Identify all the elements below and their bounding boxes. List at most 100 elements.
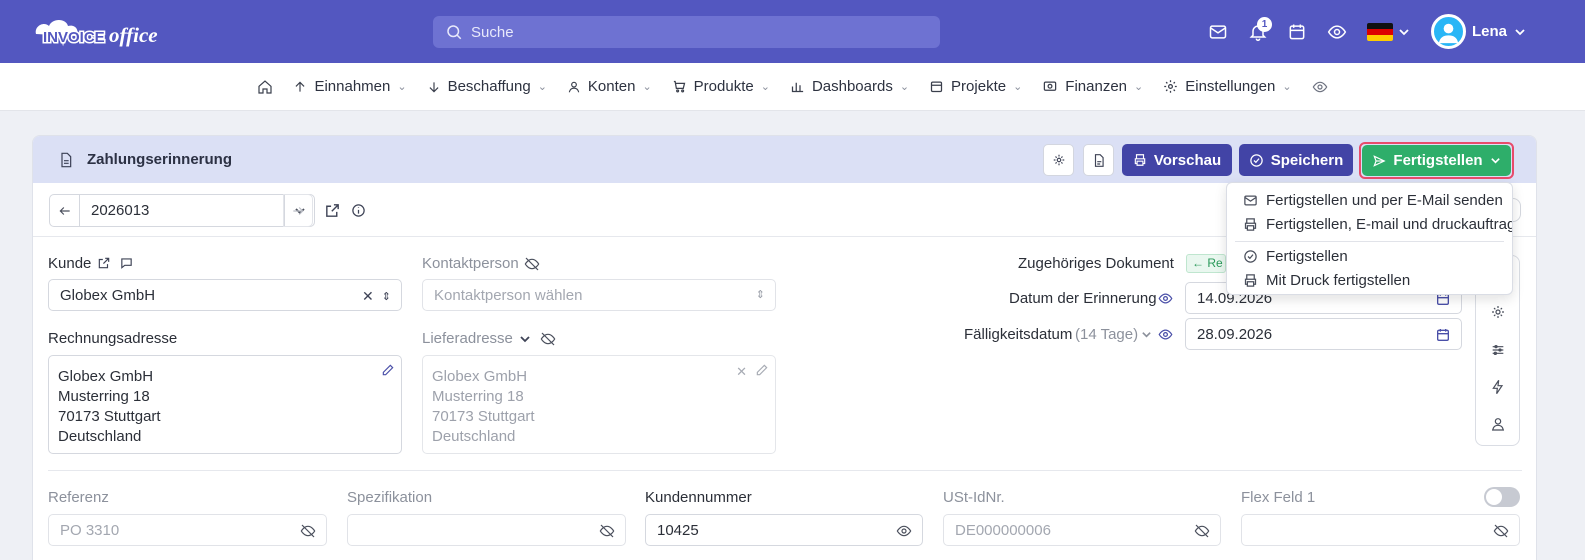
related-document-tag[interactable]: ← Re [1186, 254, 1226, 273]
specification-input[interactable] [347, 514, 626, 546]
eye-off-icon[interactable] [599, 523, 615, 539]
comment-icon[interactable] [119, 256, 134, 270]
menu-projekte[interactable]: Projekte ⌄ [919, 63, 1032, 111]
billing-address: Globex GmbH Musterring 18 70173 Stuttgar… [48, 355, 402, 454]
menu-beschaffung[interactable]: Beschaffung ⌄ [417, 63, 557, 111]
home-button[interactable] [247, 63, 283, 111]
menu-item-label: Fertigstellen und per E-Mail senden [1266, 192, 1503, 209]
calendar-icon[interactable] [1287, 22, 1307, 42]
person-icon [568, 81, 580, 92]
vat-id-value: DE000000006 [955, 521, 1051, 539]
vat-id-input[interactable]: DE000000006 [943, 514, 1221, 546]
preview-label: Vorschau [1153, 151, 1222, 169]
german-flag-icon[interactable] [1367, 23, 1393, 41]
customer-number-input[interactable]: 10425 [645, 514, 923, 546]
eye-off-icon[interactable] [300, 523, 316, 539]
finish-button[interactable]: Fertigstellen [1362, 145, 1511, 176]
address-line: 70173 Stuttgart [432, 408, 535, 425]
eye-off-icon[interactable] [524, 256, 540, 272]
chevron-down-icon: ⌄ [1013, 81, 1023, 93]
main-menu: Einnahmen ⌄ Beschaffung ⌄ Konten ⌄ Produkte… [0, 63, 1585, 111]
calendar-icon[interactable] [1435, 327, 1451, 343]
lightning-icon[interactable] [1490, 379, 1506, 395]
mail-icon [1244, 195, 1257, 206]
notification-badge: 1 [1257, 17, 1272, 32]
menu-produkte[interactable]: Produkte ⌄ [662, 63, 780, 111]
eye-icon[interactable] [1158, 291, 1173, 306]
document-number-input[interactable]: 2026013 [80, 195, 284, 226]
clear-icon[interactable]: ✕ [736, 362, 747, 382]
chevron-down-icon: ⌄ [1134, 81, 1144, 93]
invoiceoffice-logo[interactable]: INVOICE office [30, 12, 180, 52]
customer-select[interactable]: Globex GmbH ✕ ⇕ [48, 279, 402, 311]
page-title: Zahlungserinnerung [87, 151, 233, 168]
chevron-down-icon: ⌄ [397, 81, 407, 93]
eye-off-icon[interactable] [1194, 523, 1210, 539]
settings-button[interactable] [1043, 144, 1074, 176]
save-button[interactable]: Speichern [1239, 144, 1353, 176]
clear-icon[interactable]: ✕ [362, 288, 374, 305]
preview-button[interactable]: Vorschau [1122, 144, 1232, 176]
finance-icon [1044, 81, 1057, 91]
finish-dropdown-menu: Fertigstellen und per E-Mail senden Fert… [1226, 182, 1513, 295]
eye-icon[interactable] [896, 523, 912, 539]
chevron-down-icon[interactable] [1141, 329, 1152, 340]
menu-item-finish-print[interactable]: Mit Druck fertigstellen [1243, 272, 1410, 289]
menu-einnahmen[interactable]: Einnahmen ⌄ [283, 63, 416, 111]
arrow-down-icon [429, 81, 439, 92]
previous-button[interactable] [50, 195, 80, 226]
menu-item-finish-email[interactable]: Fertigstellen und per E-Mail senden [1243, 192, 1503, 209]
eye-off-icon[interactable] [540, 331, 556, 347]
menu-visibility-button[interactable] [1302, 63, 1338, 111]
menu-label: Einstellungen [1185, 78, 1276, 95]
delivery-label: Lieferadresse [422, 330, 513, 347]
reference-input[interactable]: PO 3310 [48, 514, 327, 546]
eye-icon[interactable] [1327, 22, 1347, 42]
menu-label: Beschaffung [447, 78, 531, 95]
pdf-button[interactable] [1083, 144, 1114, 176]
user-menu-chevron-icon[interactable] [1514, 26, 1526, 38]
document-icon [61, 152, 72, 168]
reference-value: PO 3310 [60, 521, 120, 539]
eye-icon[interactable] [1158, 327, 1173, 342]
flex-field-toggle[interactable] [1484, 487, 1520, 507]
avatar[interactable] [1431, 14, 1466, 49]
edit-icon[interactable] [755, 363, 769, 377]
menu-item-finish[interactable]: Fertigstellen [1243, 248, 1348, 265]
reminder-date-label: Datum der Erinnerung [1009, 290, 1157, 307]
chevron-down-icon[interactable] [1398, 26, 1410, 38]
chevron-down-icon[interactable] [519, 333, 531, 345]
edit-icon[interactable] [381, 363, 395, 377]
menu-dashboards[interactable]: Dashboards ⌄ [780, 63, 919, 111]
external-link-icon[interactable] [324, 202, 341, 219]
finish-label: Fertigstellen [1393, 152, 1483, 169]
next-button[interactable] [283, 194, 313, 227]
flex-field-input[interactable] [1241, 514, 1520, 546]
user-name[interactable]: Lena [1472, 23, 1507, 40]
menu-item-finish-email-print[interactable]: Fertigstellen, E-mail und druckauftrag [1243, 216, 1512, 233]
search-placeholder: Suche [471, 23, 514, 41]
menu-label: Finanzen [1065, 78, 1128, 95]
menu-label: Dashboards [811, 78, 893, 95]
menu-konten[interactable]: Konten ⌄ [557, 63, 662, 111]
menu-finanzen[interactable]: Finanzen ⌄ [1032, 63, 1153, 111]
delivery-address: Globex GmbH Musterring 18 70173 Stuttgar… [422, 355, 776, 454]
due-date-input[interactable]: 28.09.2026 [1185, 318, 1462, 350]
person-icon[interactable] [1490, 416, 1506, 432]
due-date-label: Fälligkeitsdatum [964, 326, 1073, 343]
printer-icon [1134, 154, 1146, 166]
search-input[interactable]: Suche [433, 16, 940, 48]
sliders-icon[interactable] [1490, 342, 1506, 358]
gear-icon[interactable] [1490, 304, 1506, 320]
eye-icon [1312, 81, 1327, 92]
chevron-down-icon [1490, 158, 1500, 164]
mail-icon[interactable] [1208, 22, 1228, 42]
menu-item-label: Mit Druck fertigstellen [1266, 272, 1411, 289]
eye-off-icon[interactable] [1493, 523, 1509, 539]
info-icon[interactable] [351, 203, 366, 218]
due-date-value: 28.09.2026 [1197, 325, 1273, 343]
external-link-icon[interactable] [97, 256, 111, 270]
menu-einstellungen[interactable]: Einstellungen ⌄ [1153, 63, 1301, 111]
contact-select[interactable]: Kontaktperson wählen ⇕ [422, 279, 776, 311]
send-icon [1373, 154, 1387, 167]
